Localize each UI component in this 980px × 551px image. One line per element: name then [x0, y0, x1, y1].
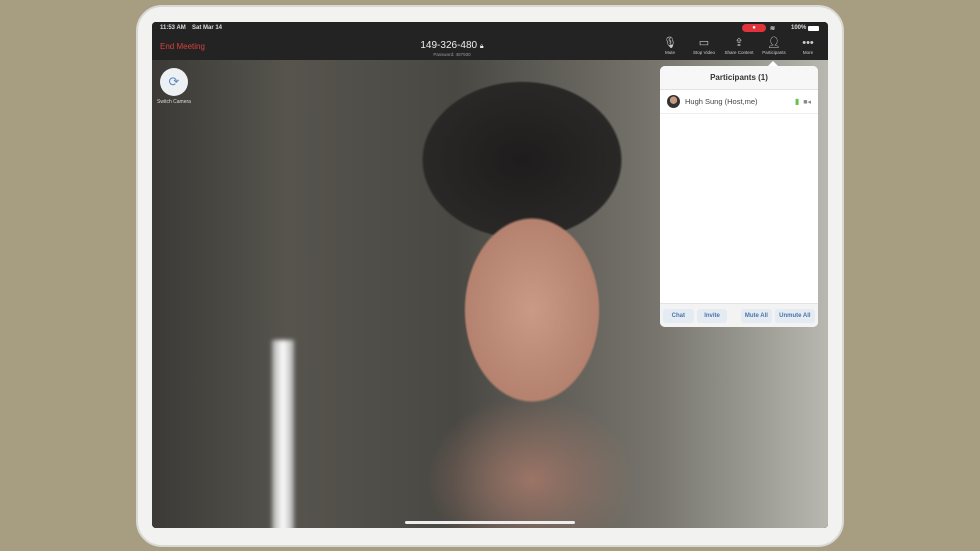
mute-label: Mute	[664, 50, 675, 55]
meeting-info: 149-326-480 🔒︎ Password: 487930	[412, 40, 492, 57]
participants-actions: Chat Invite Mute All Unmute All	[660, 303, 818, 327]
switch-camera-button[interactable]: ⟳	[160, 68, 188, 96]
participants-title: Participants (1)	[660, 66, 818, 90]
share-label: Share Content	[724, 50, 754, 55]
participant-row[interactable]: Hugh Sung (Host,me) ▮ ■◂	[660, 90, 818, 114]
switch-camera-icon: ⟳	[168, 74, 180, 89]
recording-indicator: ●	[742, 24, 766, 32]
invite-button[interactable]: Invite	[696, 308, 728, 323]
zoom-screen: 11:53 AM Sat Mar 14 ● ≋ 100% End Meeting…	[152, 22, 828, 528]
share-icon: ⇪	[734, 37, 744, 49]
stop-video-label: Stop Video	[693, 50, 715, 55]
camera-icon: ■◂	[803, 98, 811, 106]
wifi-icon: ≋	[770, 26, 776, 32]
ceiling-light	[272, 340, 294, 528]
avatar	[667, 95, 680, 108]
lock-icon: 🔒︎	[479, 43, 484, 50]
meeting-id: 149-326-480	[420, 40, 478, 51]
participants-label: Participants	[762, 50, 786, 55]
meeting-password: Password: 487930	[433, 52, 471, 57]
status-date: Sat Mar 14	[192, 25, 223, 31]
share-content-button[interactable]: ⇪ Share Content	[719, 36, 759, 55]
end-meeting-button[interactable]: End Meeting	[160, 42, 205, 51]
participant-name: Hugh Sung (Host,me)	[685, 97, 758, 106]
mic-active-icon: ▮	[794, 97, 800, 106]
battery-text: 100%	[791, 25, 807, 31]
battery-icon	[808, 26, 819, 31]
more-icon: •••	[802, 37, 814, 49]
unmute-all-button[interactable]: Unmute All	[774, 308, 816, 323]
top-bar: 11:53 AM Sat Mar 14 ● ≋ 100% End Meeting…	[152, 22, 828, 60]
status-time: 11:53 AM	[160, 25, 186, 31]
home-indicator[interactable]	[405, 521, 575, 524]
video-icon: ▭	[698, 37, 710, 49]
participants-panel: Participants (1) Hugh Sung (Host,me) ▮ ■…	[660, 61, 818, 327]
chat-button[interactable]: Chat	[663, 308, 694, 323]
switch-camera-label: Switch Camera	[157, 99, 191, 105]
more-label: More	[802, 50, 814, 55]
stop-video-button[interactable]: ▭ Stop Video	[684, 36, 724, 55]
mute-all-button[interactable]: Mute All	[741, 308, 772, 323]
more-button[interactable]: ••• More	[788, 36, 828, 55]
